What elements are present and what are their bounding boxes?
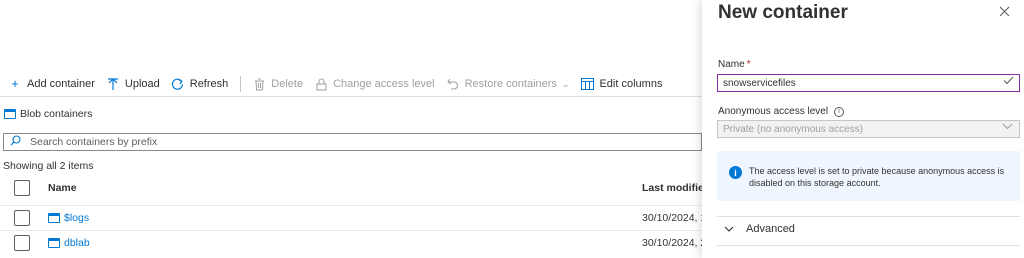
row-checkbox[interactable] <box>14 210 30 226</box>
undo-icon <box>446 77 460 91</box>
edit-columns-label: Edit columns <box>599 78 663 90</box>
info-message: i The access level is set to private bec… <box>717 151 1020 201</box>
access-level-label: Anonymous access level i <box>718 106 845 117</box>
row-checkbox[interactable] <box>14 235 30 251</box>
name-field-label: Name * <box>718 59 751 70</box>
container-link[interactable]: dblab <box>48 237 90 249</box>
info-circle-icon: i <box>729 166 742 179</box>
table-header: Name Last modified <box>0 176 710 200</box>
container-name[interactable]: $logs <box>64 212 89 224</box>
table-row[interactable]: dblab 30/10/2024, 2 <box>0 230 706 255</box>
lock-icon <box>314 77 328 91</box>
select-all-checkbox[interactable] <box>14 180 30 196</box>
last-modified-value: 30/10/2024, 2 <box>642 237 707 249</box>
search-icon <box>10 135 24 149</box>
container-name[interactable]: dblab <box>64 237 90 249</box>
section-divider <box>717 245 1020 246</box>
plus-icon: + <box>11 76 19 91</box>
access-level-select[interactable]: Private (no anonymous access) <box>717 120 1020 138</box>
delete-label: Delete <box>271 78 304 90</box>
last-modified-value: 30/10/2024, 1 <box>642 212 707 224</box>
command-bar: + Add container Upload Refresh Delete Ch… <box>8 75 673 93</box>
trash-icon <box>252 77 266 91</box>
container-name-field[interactable]: snowservicefiles <box>717 74 1020 92</box>
upload-label: Upload <box>124 78 160 90</box>
breadcrumb: Blob containers <box>4 108 92 120</box>
info-message-text: The access level is set to private becau… <box>749 166 1005 188</box>
table-row[interactable]: $logs 30/10/2024, 1 <box>0 205 706 230</box>
upload-icon <box>106 77 120 91</box>
toolbar-divider-line <box>0 96 702 97</box>
item-count: Showing all 2 items <box>3 160 94 172</box>
advanced-label: Advanced <box>746 223 795 235</box>
info-icon[interactable]: i <box>834 106 845 117</box>
container-icon <box>48 238 60 248</box>
delete-button[interactable]: Delete <box>252 77 303 91</box>
column-header-name[interactable]: Name <box>48 182 77 194</box>
edit-columns-button[interactable]: Edit columns <box>580 77 662 91</box>
columns-icon <box>580 77 594 91</box>
refresh-label: Refresh <box>189 78 229 90</box>
toolbar-divider <box>240 76 242 92</box>
required-marker: * <box>746 59 751 70</box>
refresh-button[interactable]: Refresh <box>171 77 229 91</box>
access-level-value: Private (no anonymous access) <box>723 123 864 135</box>
container-icon <box>4 109 16 119</box>
new-container-panel: New container Name * snowservicefiles An… <box>702 0 1024 258</box>
name-label-text: Name <box>718 59 745 70</box>
restore-containers-button[interactable]: Restore containers ⌄ <box>446 77 570 91</box>
restore-containers-label: Restore containers <box>464 78 557 90</box>
chevron-down-icon: ⌄ <box>561 78 570 89</box>
section-divider <box>717 216 1020 217</box>
change-access-label: Change access level <box>333 78 435 90</box>
close-icon[interactable] <box>999 4 1010 20</box>
add-container-button[interactable]: + Add container <box>8 77 95 91</box>
search-input[interactable]: Search containers by prefix <box>3 133 702 151</box>
upload-button[interactable]: Upload <box>106 77 160 91</box>
container-icon <box>48 213 60 223</box>
access-label-text: Anonymous access level <box>718 106 829 117</box>
storage-containers-view: + Add container Upload Refresh Delete Ch… <box>0 0 710 258</box>
change-access-level-button[interactable]: Change access level <box>314 77 435 91</box>
chevron-down-icon <box>724 224 734 234</box>
breadcrumb-label: Blob containers <box>20 108 93 120</box>
column-header-last-modified[interactable]: Last modified <box>642 182 710 194</box>
container-link[interactable]: $logs <box>48 212 89 224</box>
container-name-value: snowservicefiles <box>723 77 796 89</box>
panel-title: New container <box>718 2 848 23</box>
chevron-down-icon <box>1002 122 1013 133</box>
search-placeholder: Search containers by prefix <box>30 136 158 148</box>
advanced-section-toggle[interactable]: Advanced <box>724 223 795 235</box>
refresh-icon <box>171 77 185 91</box>
checkmark-icon <box>1003 76 1014 88</box>
add-container-label: Add container <box>27 78 95 90</box>
